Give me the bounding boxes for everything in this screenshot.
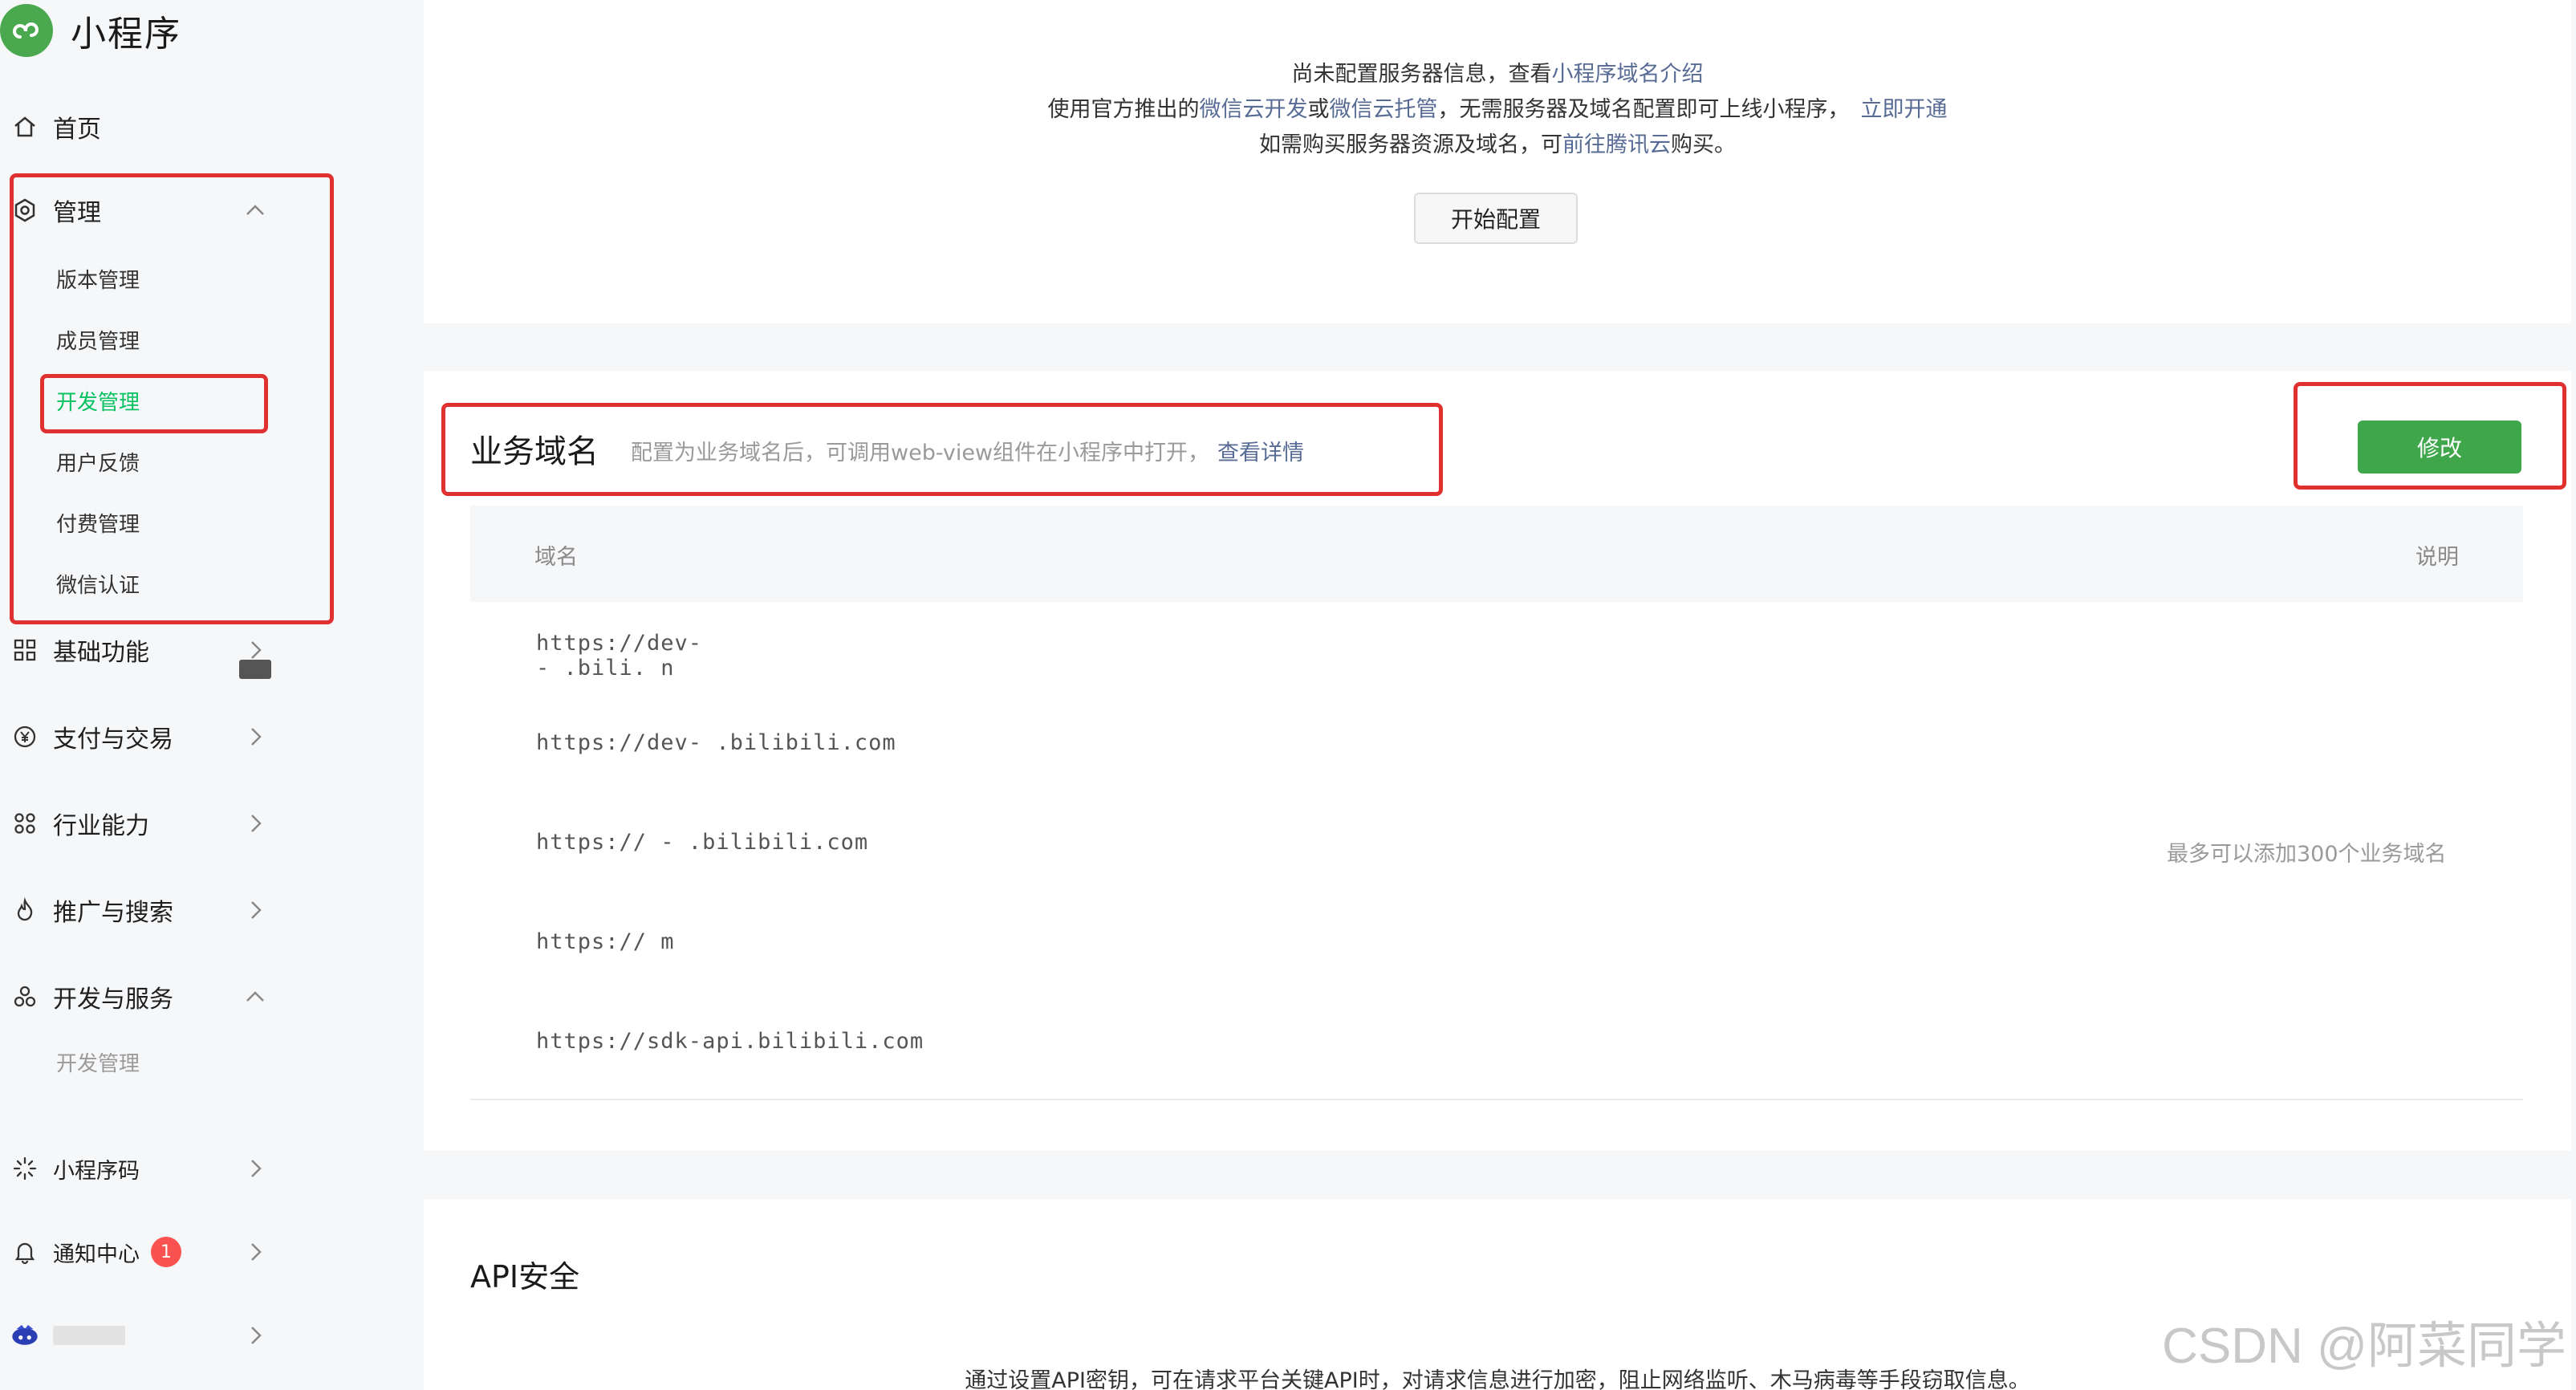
nav-pay-label: 支付与交易 xyxy=(53,725,173,754)
edit-button[interactable]: 修改 xyxy=(2358,421,2521,473)
sidebar-item-dev-manage-2[interactable]: 开发管理 xyxy=(56,1042,140,1082)
nav-promotion-label: 推广与搜索 xyxy=(53,899,173,927)
grid-icon xyxy=(11,636,39,664)
notice-line-3: 如需购买服务器资源及域名，可前往腾讯云购买。 xyxy=(1259,132,1736,157)
settings-icon xyxy=(11,197,39,224)
sidebar-item-version[interactable]: 版本管理 xyxy=(56,258,140,299)
nav-industry-label: 行业能力 xyxy=(53,812,149,840)
sidebar-item-dev-manage[interactable]: 开发管理 xyxy=(56,380,140,421)
bell-icon xyxy=(11,1238,39,1266)
table-row: https:// - .bilibili.com xyxy=(536,830,869,855)
home-icon xyxy=(11,113,39,140)
view-details-link[interactable]: 查看详情 xyxy=(1217,441,1304,465)
sidebar-item-wechat-auth[interactable]: 微信认证 xyxy=(56,563,140,604)
nav-manage[interactable]: 管理 xyxy=(11,186,284,234)
nav-home[interactable]: 首页 xyxy=(11,103,284,151)
nav-notifications[interactable]: 通知中心 1 xyxy=(11,1228,284,1276)
notice-line-1: 尚未配置服务器信息，查看小程序域名介绍 xyxy=(1291,62,1704,87)
chevron-right-icon xyxy=(251,1243,262,1261)
section-title-business-domain: 业务域名 xyxy=(470,433,599,470)
nodes-icon xyxy=(11,810,39,837)
nav-industry[interactable]: 行业能力 xyxy=(11,799,284,847)
miniprogram-logo-icon xyxy=(0,4,53,57)
nav-home-label: 首页 xyxy=(53,116,101,144)
table-row: https://sdk-api.bilibili.com xyxy=(536,1029,924,1054)
table-row: https:// m xyxy=(536,929,675,954)
cloud-hosting-link[interactable]: 微信云托管 xyxy=(1330,97,1438,122)
business-domain-desc: 配置为业务域名后，可调用web-view组件在小程序中打开， 查看详情 xyxy=(631,441,1305,465)
table-row: https://dev- .bilibili.com xyxy=(536,730,896,755)
nav-manage-label: 管理 xyxy=(53,199,101,227)
chevron-right-icon xyxy=(251,1327,262,1344)
chevron-up-icon xyxy=(246,991,264,1002)
sunburst-icon xyxy=(11,1155,39,1182)
nav-notifications-label: 通知中心 xyxy=(53,1242,140,1267)
yuan-icon xyxy=(11,723,39,750)
sidebar-item-feedback[interactable]: 用户反馈 xyxy=(56,441,140,482)
nav-dev-services-label: 开发与服务 xyxy=(53,986,173,1014)
start-config-button[interactable]: 开始配置 xyxy=(1414,193,1578,244)
nav-pay[interactable]: 支付与交易 xyxy=(11,713,284,761)
section-title-api-security: API安全 xyxy=(470,1259,580,1294)
chevron-up-icon xyxy=(246,205,264,215)
cloud-dev-link[interactable]: 微信云开发 xyxy=(1200,97,1308,122)
notice-line-2: 使用官方推出的微信云开发或微信云托管，无需服务器及域名配置即可上线小程序， 立即开… xyxy=(1047,97,1948,122)
notification-badge: 1 xyxy=(151,1237,181,1267)
app-logo[interactable]: 小程序 xyxy=(0,0,181,61)
chevron-right-icon xyxy=(251,901,262,919)
sidebar: 小程序 首页 管理 版本管理 成员管理 开发管理 用户反馈 付费管理 微信认证 … xyxy=(0,0,396,1390)
app-title: 小程序 xyxy=(71,14,181,55)
col-note: 说明 xyxy=(2416,545,2459,570)
chevron-right-icon xyxy=(251,815,262,832)
watermark: CSDN @阿菜同学 xyxy=(2162,1319,2566,1374)
flame-icon xyxy=(11,896,39,924)
cluster-icon xyxy=(11,983,39,1010)
chevron-right-icon xyxy=(251,1160,262,1177)
account-name-redacted xyxy=(53,1326,125,1345)
business-domain-card: 业务域名 配置为业务域名后，可调用web-view组件在小程序中打开， 查看详情 … xyxy=(238,371,2571,1151)
domain-limit-note: 最多可以添加300个业务域名 xyxy=(2167,842,2447,867)
avatar xyxy=(11,1322,39,1349)
nav-dev-services[interactable]: 开发与服务 xyxy=(11,973,284,1021)
chevron-right-icon xyxy=(251,728,262,746)
open-now-link[interactable]: 立即开通 xyxy=(1861,97,1948,122)
sidebar-item-members[interactable]: 成员管理 xyxy=(56,319,140,360)
sidebar-item-payment[interactable]: 付费管理 xyxy=(56,502,140,543)
redaction xyxy=(238,659,271,679)
domain-intro-link[interactable]: 小程序域名介绍 xyxy=(1552,62,1704,87)
nav-account[interactable] xyxy=(11,1311,284,1360)
nav-qrcode-label: 小程序码 xyxy=(53,1158,140,1184)
nav-basic-label: 基础功能 xyxy=(53,639,149,667)
nav-qrcode[interactable]: 小程序码 xyxy=(11,1144,284,1193)
table-row: https://dev- - .bili. n xyxy=(238,631,702,681)
col-domain: 域名 xyxy=(534,545,578,570)
tencent-cloud-link[interactable]: 前往腾讯云 xyxy=(1562,132,1671,157)
nav-promotion[interactable]: 推广与搜索 xyxy=(11,886,284,934)
domain-table-header: 域名 说明 xyxy=(470,506,2523,602)
table-divider xyxy=(470,1099,2523,1100)
server-config-card: 尚未配置服务器信息，查看小程序域名介绍 使用官方推出的微信云开发或微信云托管，无… xyxy=(424,0,2571,323)
